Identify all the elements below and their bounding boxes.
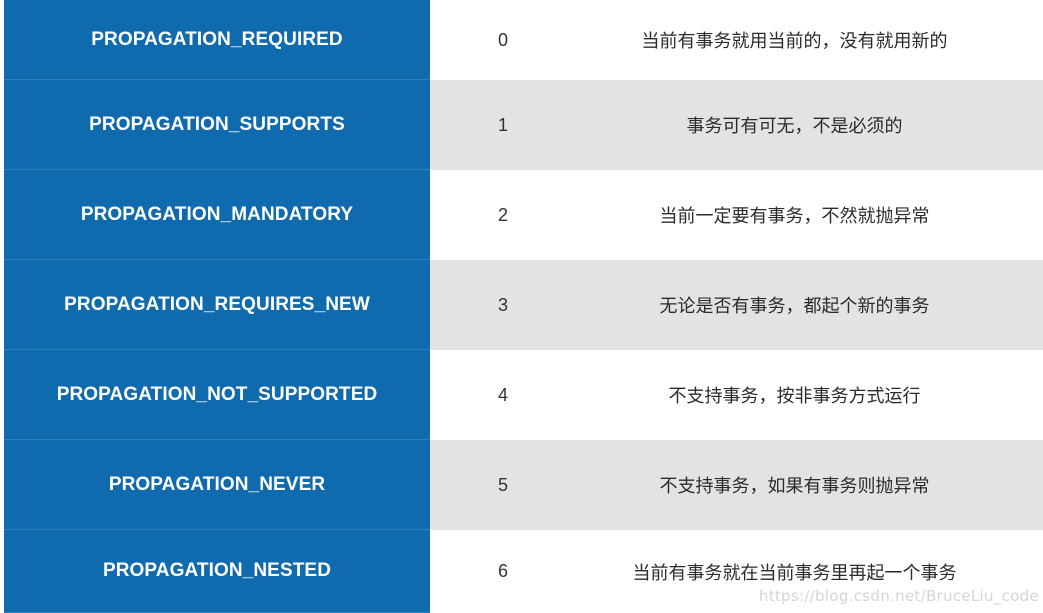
propagation-value-cell: 5 [430, 440, 576, 530]
table-row: PROPAGATION_NOT_SUPPORTED 4 不支持事务，按非事务方式… [4, 350, 1043, 440]
propagation-name-cell: PROPAGATION_NOT_SUPPORTED [4, 350, 430, 440]
table-row: PROPAGATION_MANDATORY 2 当前一定要有事务，不然就抛异常 [4, 170, 1043, 260]
table-row: PROPAGATION_REQUIRES_NEW 3 无论是否有事务，都起个新的… [4, 260, 1043, 350]
propagation-value-cell: 3 [430, 260, 576, 350]
table-row: PROPAGATION_REQUIRED 0 当前有事务就用当前的，没有就用新的 [4, 0, 1043, 80]
propagation-table: PROPAGATION_REQUIRED 0 当前有事务就用当前的，没有就用新的… [4, 0, 1043, 613]
page: PROPAGATION_REQUIRED 0 当前有事务就用当前的，没有就用新的… [0, 0, 1043, 613]
propagation-name-cell: PROPAGATION_SUPPORTS [4, 80, 430, 170]
propagation-name-cell: PROPAGATION_NESTED [4, 530, 430, 613]
propagation-value-cell: 6 [430, 530, 576, 613]
propagation-description-cell: 当前一定要有事务，不然就抛异常 [576, 170, 1043, 260]
propagation-name-cell: PROPAGATION_REQUIRES_NEW [4, 260, 430, 350]
propagation-description-cell: 事务可有可无，不是必须的 [576, 80, 1043, 170]
propagation-description-cell: 不支持事务，如果有事务则抛异常 [576, 440, 1043, 530]
table-row: PROPAGATION_NEVER 5 不支持事务，如果有事务则抛异常 [4, 440, 1043, 530]
propagation-description-cell: 当前有事务就用当前的，没有就用新的 [576, 0, 1043, 80]
propagation-name-cell: PROPAGATION_MANDATORY [4, 170, 430, 260]
propagation-name-cell: PROPAGATION_REQUIRED [4, 0, 430, 80]
table-row: PROPAGATION_SUPPORTS 1 事务可有可无，不是必须的 [4, 80, 1043, 170]
watermark-text: https://blog.csdn.net/BruceLiu_code [758, 587, 1039, 605]
propagation-value-cell: 2 [430, 170, 576, 260]
propagation-name-cell: PROPAGATION_NEVER [4, 440, 430, 530]
propagation-description-cell: 不支持事务，按非事务方式运行 [576, 350, 1043, 440]
propagation-value-cell: 4 [430, 350, 576, 440]
propagation-value-cell: 1 [430, 80, 576, 170]
propagation-description-cell: 无论是否有事务，都起个新的事务 [576, 260, 1043, 350]
propagation-value-cell: 0 [430, 0, 576, 80]
